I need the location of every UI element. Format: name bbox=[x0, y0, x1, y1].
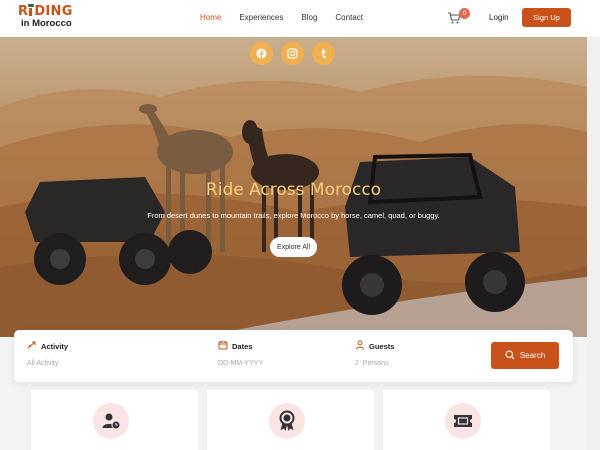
guests-unit: Persons bbox=[362, 360, 389, 367]
feature-card bbox=[207, 390, 374, 450]
hero-title: Ride Across Morocco bbox=[205, 180, 382, 200]
dates-field[interactable]: Dates DD-MM-YYYY bbox=[218, 340, 263, 367]
logo-subtitle: in Morocco bbox=[21, 18, 72, 29]
search-button[interactable]: Search bbox=[491, 342, 559, 369]
dates-input: DD-MM-YYYY bbox=[218, 360, 264, 367]
instagram-icon[interactable] bbox=[281, 42, 304, 65]
calendar-icon bbox=[218, 340, 228, 352]
cart-count-badge: 0 bbox=[459, 8, 470, 19]
activity-field[interactable]: Activity All Activity bbox=[27, 340, 68, 367]
activity-value: All Activity bbox=[27, 360, 59, 367]
signup-button[interactable]: Sign Up bbox=[522, 8, 571, 27]
logo[interactable]: R DING in Morocco bbox=[18, 4, 78, 33]
activity-icon bbox=[27, 340, 37, 352]
explore-all-button[interactable]: Explore All bbox=[270, 237, 317, 257]
guests-value: 2 Persons bbox=[355, 360, 394, 367]
feature-card bbox=[383, 390, 550, 450]
logo-i-mark bbox=[28, 4, 35, 16]
feature-card bbox=[31, 390, 198, 450]
user-icon bbox=[355, 340, 365, 352]
guests-count: 2 bbox=[355, 360, 359, 367]
nav-contact[interactable]: Contact bbox=[335, 13, 363, 22]
nav-experiences[interactable]: Experiences bbox=[239, 13, 283, 22]
site-header: R DING in Morocco Home Experiences Blog C… bbox=[0, 0, 600, 37]
activity-label: Activity bbox=[41, 341, 69, 351]
facebook-icon[interactable] bbox=[250, 42, 273, 65]
dates-label-row: Dates bbox=[218, 340, 263, 352]
guests-label-row: Guests bbox=[355, 340, 394, 352]
guests-label: Guests bbox=[369, 341, 395, 351]
search-button-label: Search bbox=[519, 351, 546, 360]
user-clock-icon bbox=[93, 403, 129, 439]
booking-search-bar: Activity All Activity Dates DD-MM-YYYY G… bbox=[14, 330, 573, 382]
tumblr-icon[interactable] bbox=[312, 42, 335, 65]
nav-home[interactable]: Home bbox=[200, 13, 221, 22]
hero-subtitle: From desert dunes to mountain trails, ex… bbox=[147, 211, 440, 220]
nav-blog[interactable]: Blog bbox=[301, 13, 317, 22]
main-nav: Home Experiences Blog Contact bbox=[200, 13, 381, 22]
dates-label: Dates bbox=[232, 341, 253, 351]
search-icon bbox=[505, 349, 515, 362]
guests-field[interactable]: Guests 2 Persons bbox=[355, 340, 394, 367]
award-icon bbox=[269, 403, 305, 439]
hero-section: Ride Across Morocco From desert dunes to… bbox=[0, 37, 587, 337]
page-scrollbar[interactable] bbox=[587, 37, 600, 450]
logo-wordmark: R DING bbox=[18, 4, 73, 19]
login-link[interactable]: Login bbox=[489, 13, 509, 22]
activity-label-row: Activity bbox=[27, 340, 68, 352]
ticket-icon bbox=[445, 403, 481, 439]
